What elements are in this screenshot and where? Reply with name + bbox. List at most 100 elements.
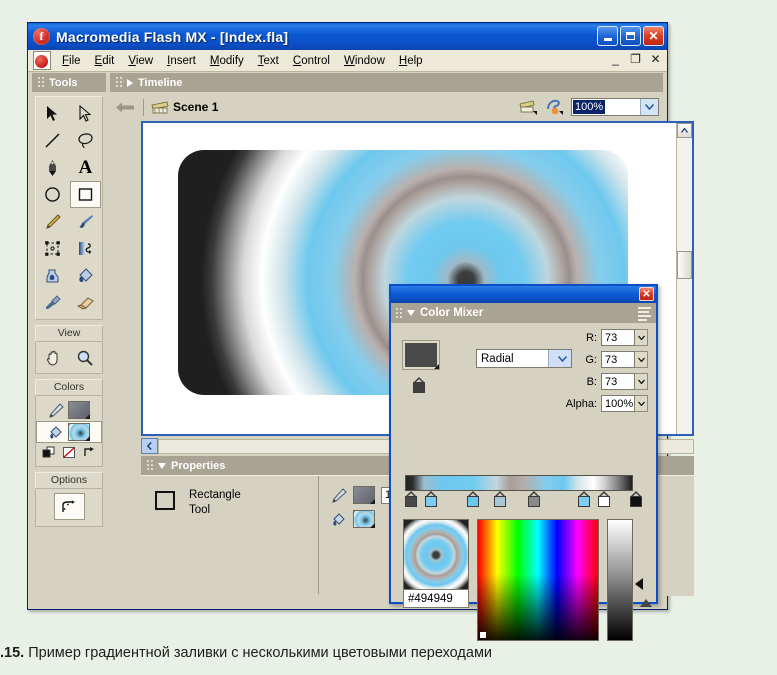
hex-color-input[interactable]: #494949 bbox=[403, 589, 469, 608]
menu-window[interactable]: Window bbox=[337, 53, 392, 69]
mdi-minimize-button[interactable]: _ bbox=[608, 52, 623, 66]
edit-symbol-icon[interactable] bbox=[545, 99, 565, 116]
menu-modify[interactable]: Modify bbox=[203, 53, 251, 69]
pen-tool[interactable] bbox=[37, 154, 68, 181]
input-r[interactable]: 73 bbox=[601, 329, 635, 346]
free-transform-tool[interactable] bbox=[37, 235, 68, 262]
paint-bucket-tool[interactable] bbox=[70, 262, 101, 289]
mdi-restore-button[interactable]: ❐ bbox=[628, 52, 643, 66]
label-alpha: Alpha: bbox=[565, 397, 597, 410]
menu-file[interactable]: File bbox=[55, 53, 88, 69]
chevron-down-icon[interactable] bbox=[640, 99, 658, 115]
properties-stroke-swatch[interactable] bbox=[353, 486, 375, 504]
color-mixer-header[interactable]: Color Mixer bbox=[391, 303, 656, 323]
scene-bar-right: 100% bbox=[519, 98, 659, 116]
input-g[interactable]: 73 bbox=[601, 351, 635, 368]
zoom-level-combo[interactable]: 100% bbox=[571, 98, 659, 116]
menu-window-rest: indow bbox=[354, 54, 385, 67]
eyedropper-tool[interactable] bbox=[37, 289, 68, 316]
gradient-stop-5[interactable] bbox=[578, 491, 590, 507]
swap-colors-icon[interactable] bbox=[81, 445, 97, 460]
gradient-stop-3[interactable] bbox=[494, 491, 506, 507]
input-b[interactable]: 73 bbox=[601, 373, 635, 390]
scroll-left-button[interactable] bbox=[141, 438, 158, 454]
minimize-button[interactable] bbox=[597, 26, 618, 46]
black-and-white-icon[interactable] bbox=[41, 445, 57, 460]
fill-color-row bbox=[36, 421, 102, 443]
menu-view-rest: iew bbox=[135, 54, 154, 67]
timeline-expand-icon[interactable] bbox=[127, 78, 133, 87]
round-rectangle-radius-tool[interactable] bbox=[53, 493, 85, 520]
rectangle-tool[interactable] bbox=[70, 181, 101, 208]
stepper-r[interactable] bbox=[635, 329, 648, 346]
text-tool[interactable]: A bbox=[70, 154, 101, 181]
brush-tool[interactable] bbox=[70, 208, 101, 235]
zoom-tool[interactable] bbox=[69, 344, 100, 371]
panel-options-icon[interactable] bbox=[638, 307, 651, 321]
edit-scene-icon[interactable] bbox=[519, 99, 539, 116]
resize-grip-icon[interactable] bbox=[640, 599, 652, 607]
properties-fill-swatch[interactable] bbox=[353, 510, 375, 528]
timeline-panel: Timeline bbox=[110, 73, 663, 93]
fill-transform-tool[interactable] bbox=[70, 235, 101, 262]
properties-gripper-icon[interactable] bbox=[146, 459, 154, 472]
luminance-slider[interactable] bbox=[607, 519, 633, 641]
menu-text[interactable]: Text bbox=[251, 53, 286, 69]
subselection-tool[interactable] bbox=[70, 100, 101, 127]
menu-control[interactable]: Control bbox=[286, 53, 337, 69]
stepper-b[interactable] bbox=[635, 373, 648, 390]
lasso-tool[interactable] bbox=[70, 127, 101, 154]
color-mixer-close-button[interactable]: ✕ bbox=[639, 287, 654, 301]
selected-gradient-stop-marker[interactable] bbox=[413, 377, 425, 393]
timeline-gripper-icon[interactable] bbox=[115, 76, 123, 89]
color-mixer-label: Color Mixer bbox=[420, 307, 484, 319]
maximize-button[interactable] bbox=[620, 26, 641, 46]
gradient-stop-0[interactable] bbox=[405, 491, 417, 507]
tools-view-body bbox=[35, 342, 103, 374]
stroke-color-swatch[interactable] bbox=[68, 401, 90, 419]
timeline-title-bar[interactable]: Timeline bbox=[110, 73, 663, 92]
scroll-thumb-vertical[interactable] bbox=[677, 251, 692, 279]
panel-gripper-icon[interactable] bbox=[37, 76, 45, 89]
stepper-g[interactable] bbox=[635, 351, 648, 368]
gradient-stop-1[interactable] bbox=[425, 491, 437, 507]
color-mixer-collapse-icon[interactable] bbox=[407, 310, 415, 316]
luminance-slider-handle[interactable] bbox=[635, 578, 643, 590]
gradient-definition-bar[interactable] bbox=[405, 475, 633, 491]
gradient-stop-6[interactable] bbox=[598, 491, 610, 507]
menu-view[interactable]: View bbox=[121, 53, 160, 69]
scroll-up-button[interactable] bbox=[677, 123, 692, 138]
gradient-stop-7[interactable] bbox=[630, 491, 642, 507]
no-color-icon[interactable] bbox=[61, 445, 77, 460]
oval-tool[interactable] bbox=[37, 181, 68, 208]
menu-insert[interactable]: Insert bbox=[160, 53, 203, 69]
document-icon[interactable] bbox=[33, 51, 51, 70]
color-mixer-gripper-icon[interactable] bbox=[395, 306, 403, 320]
rectangle-shape-icon bbox=[155, 491, 175, 510]
stepper-alpha[interactable] bbox=[635, 395, 648, 412]
eraser-tool[interactable] bbox=[70, 289, 101, 316]
tools-panel-title-bar[interactable]: Tools bbox=[32, 73, 106, 92]
zoom-level-value[interactable]: 100% bbox=[573, 100, 606, 114]
title-bar[interactable]: f Macromedia Flash MX - [Index.fla] ✕ bbox=[28, 23, 667, 50]
menu-help[interactable]: Help bbox=[392, 53, 430, 69]
gradient-stop-2[interactable] bbox=[467, 491, 479, 507]
back-arrow-icon[interactable] bbox=[114, 99, 136, 115]
color-picker-field[interactable] bbox=[477, 519, 599, 641]
ink-bottle-tool[interactable] bbox=[37, 262, 68, 289]
pencil-tool[interactable] bbox=[37, 208, 68, 235]
close-button[interactable]: ✕ bbox=[643, 26, 664, 46]
properties-collapse-icon[interactable] bbox=[158, 462, 166, 469]
color-mixer-fields: R: 73 G: 73 B: 73 Alpha: 100% bbox=[530, 329, 648, 417]
arrow-tool[interactable] bbox=[37, 100, 68, 127]
input-alpha[interactable]: 100% bbox=[601, 395, 635, 412]
stage-vertical-scrollbar[interactable] bbox=[676, 123, 692, 434]
color-mixer-fill-swatch[interactable] bbox=[405, 343, 439, 369]
color-mixer-title-bar[interactable]: ✕ bbox=[391, 286, 656, 303]
fill-color-swatch[interactable] bbox=[68, 423, 90, 441]
mdi-close-button[interactable]: ✕ bbox=[648, 52, 663, 66]
gradient-stop-4[interactable] bbox=[528, 491, 540, 507]
hand-tool[interactable] bbox=[38, 344, 69, 371]
line-tool[interactable] bbox=[37, 127, 68, 154]
menu-edit[interactable]: Edit bbox=[88, 53, 122, 69]
